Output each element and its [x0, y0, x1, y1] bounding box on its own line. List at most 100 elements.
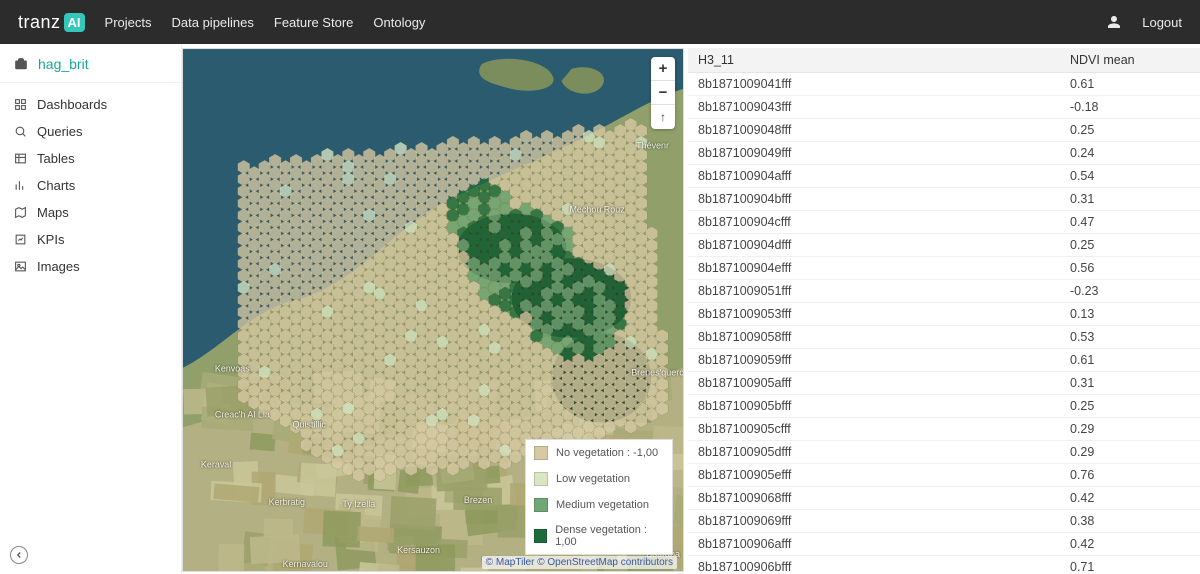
cell-ndvi: -0.18 — [1060, 96, 1200, 119]
table-row[interactable]: 8b187100904efff0.56 — [688, 257, 1200, 280]
project-name: hag_brit — [38, 56, 89, 72]
cell-h3: 8b1871009058fff — [688, 326, 1060, 349]
table-row[interactable]: 8b187100904cfff0.47 — [688, 211, 1200, 234]
sidebar-item-dashboards[interactable]: Dashboards — [0, 91, 181, 118]
map-place-label: Quistillic — [293, 420, 327, 430]
table-row[interactable]: 8b187100904dfff0.25 — [688, 234, 1200, 257]
legend-swatch — [534, 529, 547, 543]
cell-ndvi: 0.25 — [1060, 119, 1200, 142]
table-row[interactable]: 8b187100905efff0.76 — [688, 464, 1200, 487]
table-row[interactable]: 8b187100905bfff0.25 — [688, 395, 1200, 418]
attr-maptiler[interactable]: MapTiler — [496, 557, 535, 568]
cell-h3: 8b187100906afff — [688, 533, 1060, 556]
sidebar-item-charts[interactable]: Charts — [0, 172, 181, 199]
map-icon — [14, 206, 27, 219]
data-table-pane[interactable]: H3_11 NDVI mean 8b1871009041fff0.618b187… — [688, 48, 1200, 572]
cell-h3: 8b1871009048fff — [688, 119, 1060, 142]
cell-ndvi: 0.53 — [1060, 326, 1200, 349]
cell-ndvi: 0.54 — [1060, 165, 1200, 188]
nav-ontology[interactable]: Ontology — [373, 15, 425, 30]
sidebar-item-tables[interactable]: Tables — [0, 145, 181, 172]
col-ndvi[interactable]: NDVI mean — [1060, 48, 1200, 73]
sidebar-item-kpis[interactable]: KPIs — [0, 226, 181, 253]
cell-h3: 8b1871009051fff — [688, 280, 1060, 303]
collapse-sidebar-button[interactable] — [10, 546, 28, 564]
cell-h3: 8b1871009059fff — [688, 349, 1060, 372]
cell-h3: 8b1871009043fff — [688, 96, 1060, 119]
cell-h3: 8b187100906bfff — [688, 556, 1060, 573]
cell-ndvi: 0.29 — [1060, 418, 1200, 441]
nav-data-pipelines[interactable]: Data pipelines — [172, 15, 254, 30]
sidebar-item-queries[interactable]: Queries — [0, 118, 181, 145]
attr-mid: © — [534, 557, 547, 568]
cell-ndvi: 0.25 — [1060, 234, 1200, 257]
sidebar-item-label: Maps — [37, 205, 69, 220]
brand[interactable]: tranz AI — [18, 12, 85, 33]
table-row[interactable]: 8b1871009053fff0.13 — [688, 303, 1200, 326]
col-h3[interactable]: H3_11 — [688, 48, 1060, 73]
cell-h3: 8b1871009053fff — [688, 303, 1060, 326]
legend-swatch — [534, 498, 548, 512]
cell-ndvi: 0.42 — [1060, 533, 1200, 556]
table-row[interactable]: 8b187100905afff0.31 — [688, 372, 1200, 395]
kpi-icon — [14, 233, 27, 246]
legend-label: Low vegetation — [556, 473, 630, 485]
table-row[interactable]: 8b1871009059fff0.61 — [688, 349, 1200, 372]
table-row[interactable]: 8b1871009051fff-0.23 — [688, 280, 1200, 303]
user-icon[interactable] — [1106, 14, 1122, 30]
briefcase-icon — [14, 57, 28, 71]
image-icon — [14, 260, 27, 273]
map-view[interactable]: ThévenrMechou RouzCreac'h Al LiaQuistill… — [182, 48, 684, 572]
map-place-label: Ty Izella — [342, 499, 375, 509]
map-place-label: Kersauzon — [397, 545, 440, 555]
cell-h3: 8b187100904bfff — [688, 188, 1060, 211]
top-nav: tranz AI Projects Data pipelines Feature… — [0, 0, 1200, 44]
legend-label: Medium vegetation — [556, 499, 649, 511]
table-row[interactable]: 8b187100905cfff0.29 — [688, 418, 1200, 441]
cell-h3: 8b187100905bfff — [688, 395, 1060, 418]
cell-ndvi: 0.47 — [1060, 211, 1200, 234]
sidebar-item-label: Images — [37, 259, 80, 274]
sidebar-item-maps[interactable]: Maps — [0, 199, 181, 226]
table-row[interactable]: 8b1871009049fff0.24 — [688, 142, 1200, 165]
legend-row: Medium vegetation — [526, 492, 672, 518]
logout-link[interactable]: Logout — [1142, 15, 1182, 30]
project-header[interactable]: hag_brit — [0, 44, 181, 83]
table-row[interactable]: 8b1871009069fff0.38 — [688, 510, 1200, 533]
zoom-out-button[interactable]: − — [651, 81, 675, 105]
map-place-label: Kernavalou — [283, 559, 328, 569]
sidebar-item-images[interactable]: Images — [0, 253, 181, 280]
map-place-label: Kenvoas — [215, 364, 250, 374]
cell-ndvi: 0.71 — [1060, 556, 1200, 573]
dashboard-icon — [14, 98, 27, 111]
nav-projects[interactable]: Projects — [105, 15, 152, 30]
cell-ndvi: 0.76 — [1060, 464, 1200, 487]
cell-h3: 8b187100905cfff — [688, 418, 1060, 441]
reset-north-button[interactable]: ↑ — [651, 105, 675, 129]
table-row[interactable]: 8b187100904afff0.54 — [688, 165, 1200, 188]
table-row[interactable]: 8b187100906bfff0.71 — [688, 556, 1200, 573]
sidebar-item-label: Charts — [37, 178, 75, 193]
table-row[interactable]: 8b187100905dfff0.29 — [688, 441, 1200, 464]
nav-feature-store[interactable]: Feature Store — [274, 15, 354, 30]
table-row[interactable]: 8b187100906afff0.42 — [688, 533, 1200, 556]
zoom-in-button[interactable]: + — [651, 57, 675, 81]
brand-badge: AI — [64, 13, 85, 32]
table-row[interactable]: 8b1871009043fff-0.18 — [688, 96, 1200, 119]
table-row[interactable]: 8b1871009041fff0.61 — [688, 73, 1200, 96]
table-row[interactable]: 8b1871009068fff0.42 — [688, 487, 1200, 510]
cell-ndvi: 0.13 — [1060, 303, 1200, 326]
table-row[interactable]: 8b187100904bfff0.31 — [688, 188, 1200, 211]
table-row[interactable]: 8b1871009058fff0.53 — [688, 326, 1200, 349]
table-row[interactable]: 8b1871009048fff0.25 — [688, 119, 1200, 142]
legend-row: No vegetation : -1,00 — [526, 440, 672, 466]
cell-h3: 8b187100905efff — [688, 464, 1060, 487]
legend-row: Low vegetation — [526, 466, 672, 492]
map-zoom-controls: + − ↑ — [651, 57, 675, 129]
brand-text: tranz — [18, 12, 61, 33]
cell-h3: 8b187100904efff — [688, 257, 1060, 280]
cell-h3: 8b1871009049fff — [688, 142, 1060, 165]
chart-icon — [14, 179, 27, 192]
attr-osm[interactable]: OpenStreetMap contributors — [547, 557, 673, 568]
cell-h3: 8b187100905dfff — [688, 441, 1060, 464]
